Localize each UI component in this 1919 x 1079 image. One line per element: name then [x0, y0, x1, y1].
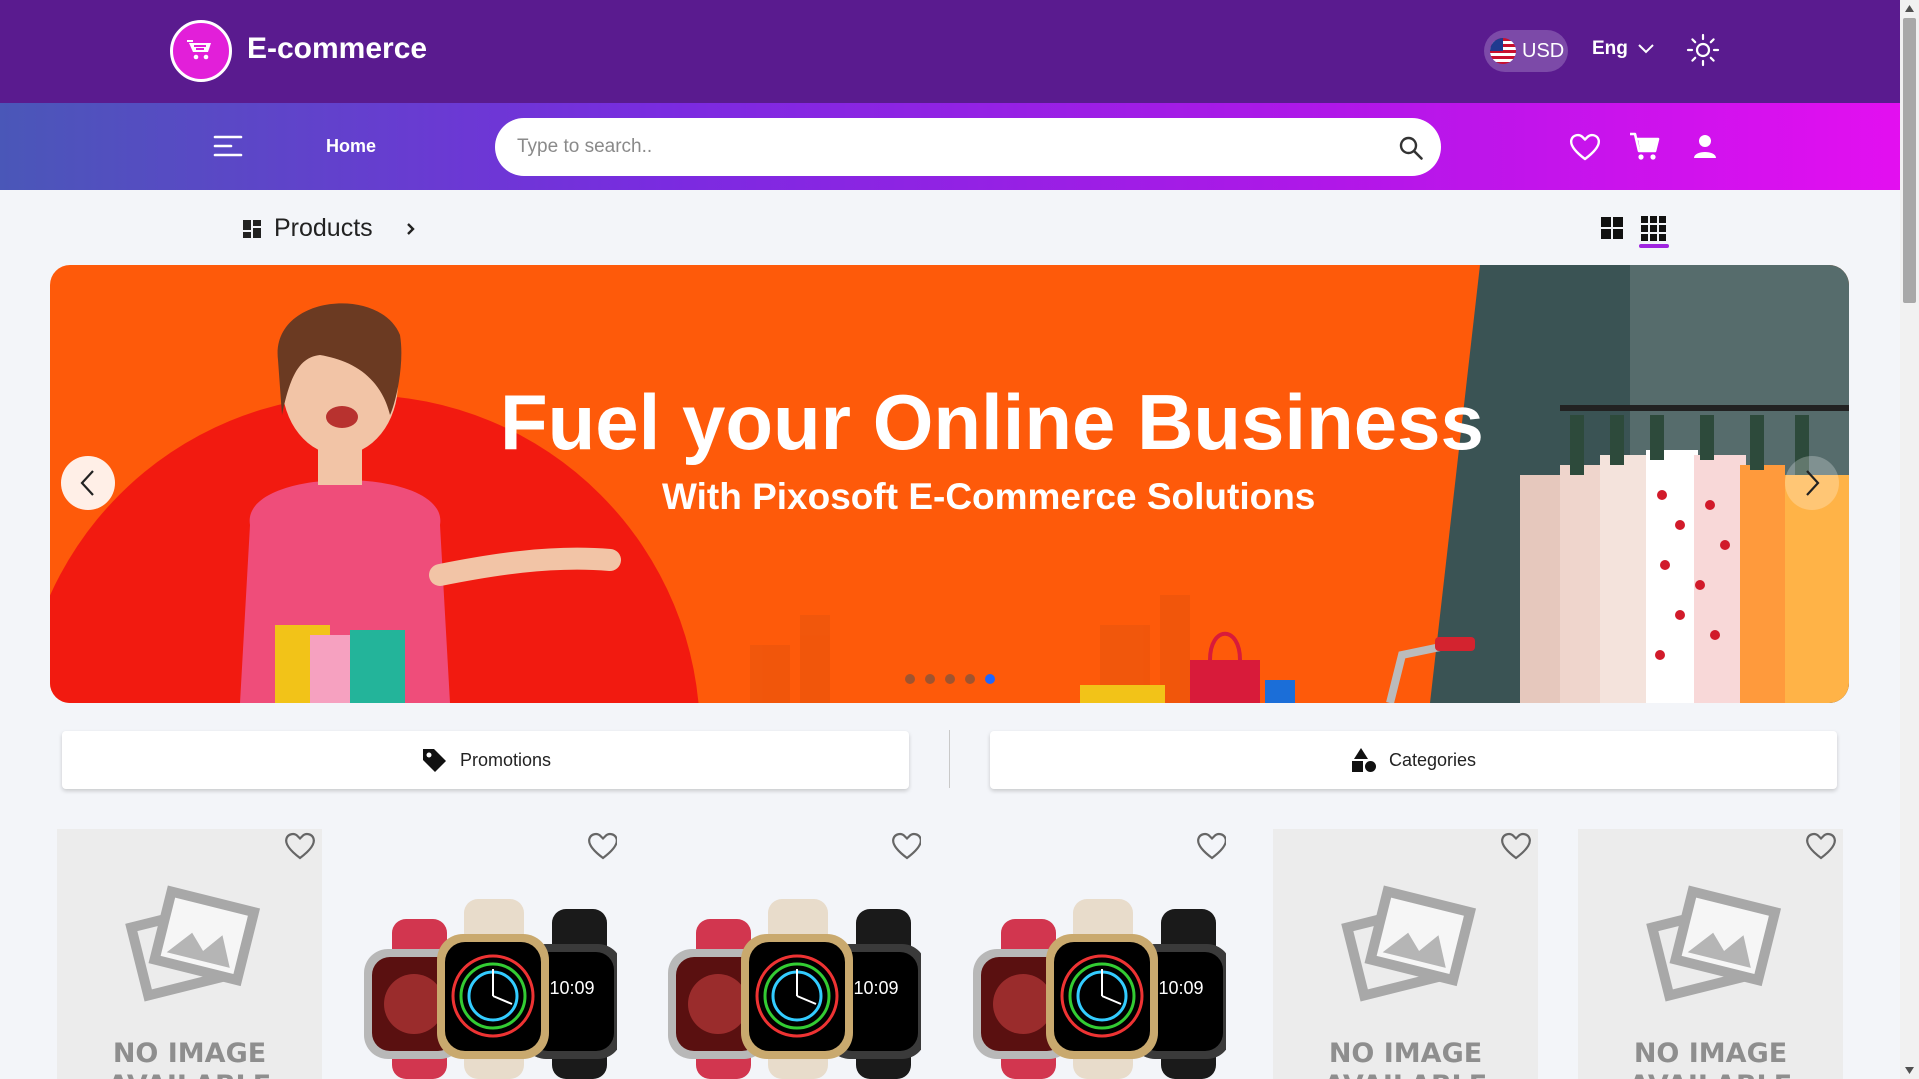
chevron-down-icon [1638, 44, 1654, 54]
svg-text:10:09: 10:09 [853, 978, 898, 998]
active-view-indicator [1639, 244, 1669, 248]
no-image-icon [125, 885, 261, 1002]
product-card[interactable]: 10:09 [352, 829, 617, 1079]
banner-title: Fuel your Online Business [500, 378, 1484, 466]
page-scrollbar[interactable] [1900, 0, 1919, 1079]
search-bar [495, 118, 1441, 176]
dashboard-icon [243, 219, 261, 238]
grid-small-icon[interactable] [1640, 214, 1666, 242]
brand-name[interactable]: E-commerce [247, 32, 427, 66]
product-card[interactable]: NO IMAGE AVAILABLE [1273, 829, 1538, 1079]
page-title: Products [274, 214, 373, 242]
no-image-text: NO IMAGE AVAILABLE [1324, 1038, 1487, 1079]
shapes-icon [1351, 748, 1376, 772]
heart-icon[interactable] [889, 829, 921, 863]
chevron-left-icon [80, 470, 94, 496]
hero-banner: Fuel your Online Business With Pixosoft … [50, 265, 1849, 703]
grid-large-icon[interactable] [1599, 214, 1625, 242]
us-flag-icon [1490, 38, 1516, 64]
heart-icon[interactable] [1194, 829, 1226, 863]
no-image-text: NO IMAGE AVAILABLE [108, 1038, 271, 1079]
language-label: Eng [1592, 38, 1628, 59]
chevron-right-icon[interactable] [395, 219, 423, 239]
no-image-text: NO IMAGE AVAILABLE [1629, 1038, 1792, 1079]
carousel-dot[interactable] [965, 674, 975, 684]
sun-icon[interactable] [1686, 33, 1720, 67]
heart-icon[interactable] [585, 829, 617, 863]
heart-icon[interactable] [282, 829, 318, 863]
breadcrumb: Products [242, 214, 423, 243]
divider [949, 730, 950, 788]
heart-icon[interactable] [1498, 829, 1534, 863]
carousel-prev-button[interactable] [61, 456, 115, 510]
apple-watch-image: 10:09 [973, 899, 1226, 1079]
nav-bar: Home [0, 103, 1900, 190]
scrollbar-thumb[interactable] [1903, 18, 1916, 303]
categories-label: Categories [1388, 749, 1477, 770]
search-input[interactable] [517, 118, 1377, 176]
cart-icon[interactable] [1628, 130, 1662, 164]
home-link[interactable]: Home [326, 136, 376, 157]
product-card[interactable]: NO IMAGE AVAILABLE [1578, 829, 1843, 1079]
svg-text:10:09: 10:09 [1158, 978, 1203, 998]
heart-icon[interactable] [1803, 829, 1839, 863]
top-bar: E-commerce USD Eng [0, 0, 1900, 103]
no-image-icon [1646, 885, 1782, 1002]
language-selector[interactable]: Eng [1592, 38, 1654, 60]
no-image-icon [1341, 885, 1477, 1002]
currency-selector[interactable]: USD [1484, 30, 1568, 72]
search-icon[interactable] [1398, 135, 1424, 161]
carousel-next-button[interactable] [1785, 456, 1839, 510]
chevron-right-icon [1806, 470, 1820, 496]
apple-watch-image: 10:09 [364, 899, 617, 1079]
carousel-dot[interactable] [945, 674, 955, 684]
tag-icon [422, 749, 446, 772]
scroll-down-icon[interactable] [1904, 1065, 1915, 1076]
user-icon[interactable] [1688, 130, 1722, 164]
svg-text:10:09: 10:09 [549, 978, 594, 998]
product-card[interactable]: 10:09 [961, 829, 1226, 1079]
banner-subtitle: With Pixosoft E-Commerce Solutions [662, 476, 1316, 517]
carousel-dot-active[interactable] [985, 674, 995, 684]
scroll-up-icon[interactable] [1904, 3, 1915, 14]
apple-watch-image: 10:09 [668, 899, 921, 1079]
carousel-dots [905, 674, 995, 684]
carousel-dot[interactable] [925, 674, 935, 684]
categories-button[interactable]: Categories [990, 731, 1837, 789]
product-card[interactable]: 10:09 [656, 829, 921, 1079]
product-card[interactable]: NO IMAGE AVAILABLE [57, 829, 322, 1079]
carousel-dot[interactable] [905, 674, 915, 684]
logo-icon[interactable] [170, 20, 232, 82]
promotions-label: Promotions [459, 749, 552, 770]
currency-label: USD [1522, 39, 1565, 62]
promotions-button[interactable]: Promotions [62, 731, 909, 789]
menu-icon[interactable] [211, 131, 245, 161]
heart-icon[interactable] [1568, 130, 1602, 164]
